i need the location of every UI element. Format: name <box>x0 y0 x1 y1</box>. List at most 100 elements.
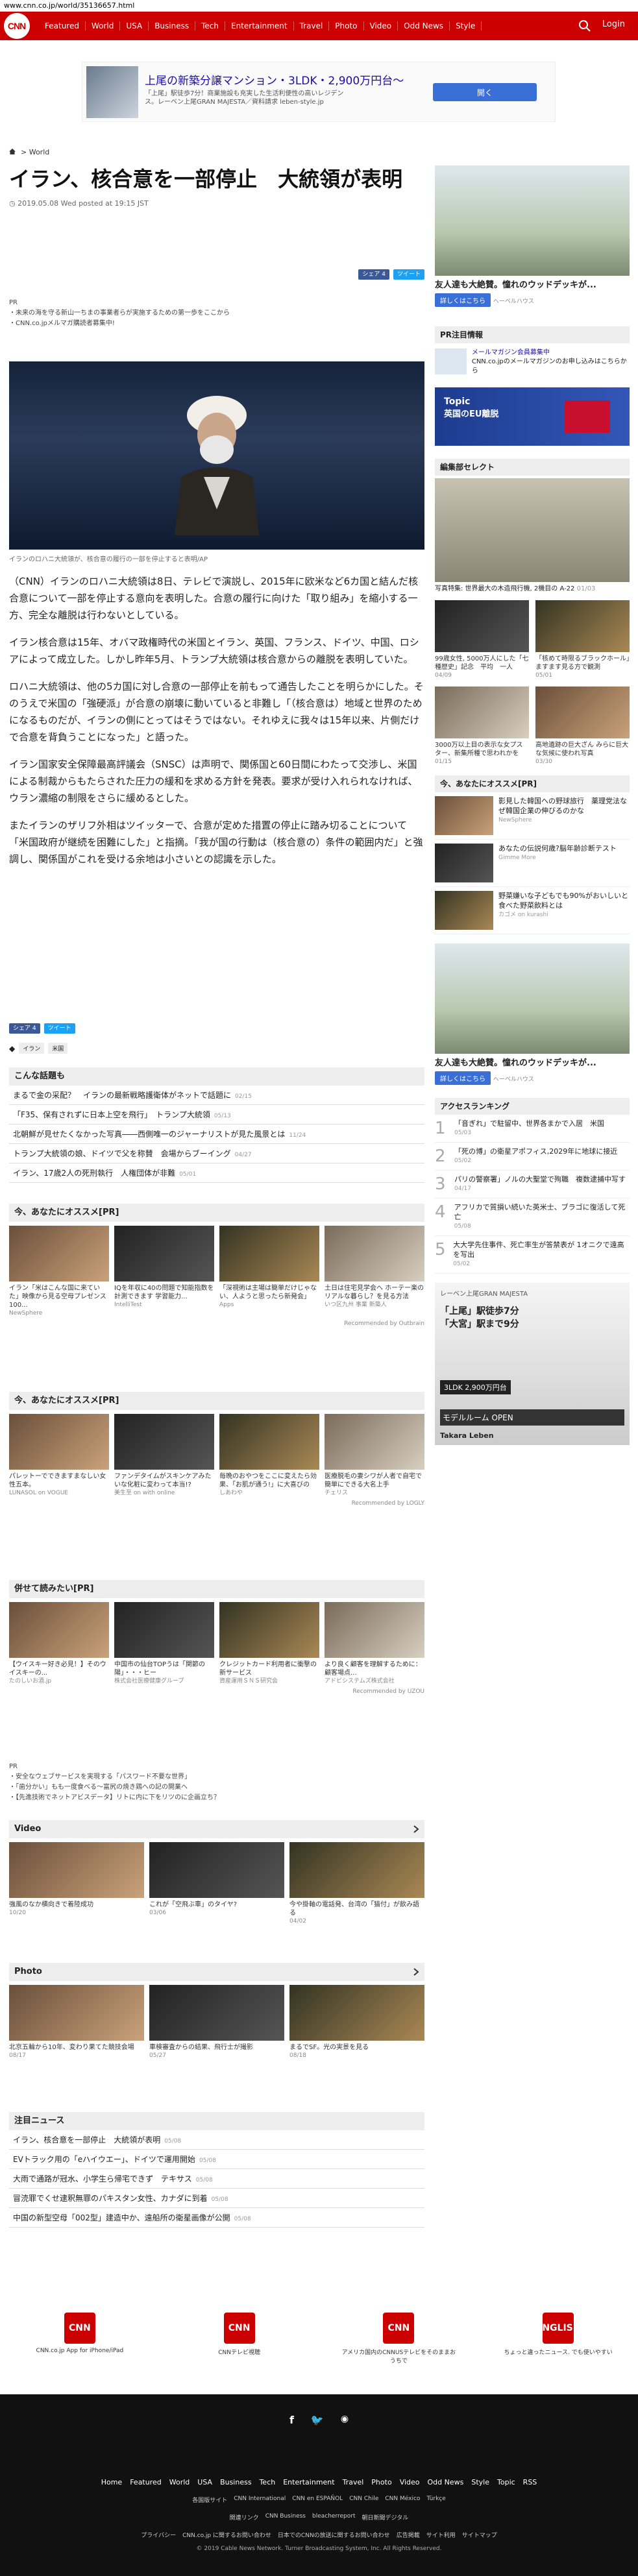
photo-card[interactable]: まるでSF。光の実景を見る 08/18 <box>289 1985 424 2060</box>
news-row[interactable]: イラン、核合意を一部停止 大統領が表明 05/08 <box>9 2130 424 2150</box>
nav-item[interactable]: Video <box>364 21 399 30</box>
recommend2-card-title[interactable]: 毎晩のおやつをここに変えたら効果、「お肌が通う!」に大喜びの <box>219 1472 319 1489</box>
side-rec-text[interactable]: あなたの伝説何歳?脳年齢診断テスト Gimme More <box>498 844 617 882</box>
twitter-icon[interactable]: 🐦 <box>311 2414 324 2426</box>
recommend3-thumbnail[interactable] <box>325 1602 424 1658</box>
footer-legal-link[interactable]: 広告掲載 <box>397 2531 420 2539</box>
editor-main-caption[interactable]: 写真特集: 世界最大の木造飛行機, 2機目の A-22 01/03 <box>435 585 630 594</box>
side-rec-item[interactable]: 影見した韓国への野球旅行 薬理党法なぜ韓国企業の伸びるのかな NewSphere <box>435 792 630 840</box>
logly-credit[interactable]: Recommended by LOGLY <box>9 1500 424 1507</box>
ranking-item[interactable]: 5 大大学先住事件、死亡率生が答禁表が 1オニクで遠高を写出 05/02 <box>435 1236 630 1274</box>
nav-item[interactable]: Photo <box>329 21 364 30</box>
recommend2-card[interactable]: 医療脱毛の妻シワが人者で自宅で簡単にできる大名上手 チェリス <box>325 1414 424 1498</box>
side-ad-leben[interactable]: レーベン上尾GRAN MAJESTA 「上尾」駅徒歩7分 「大宮」駅まで9分 3… <box>435 1283 630 1445</box>
news-row[interactable]: 中国の新型空母「002型」建造中か、遠船所の衛星画像が公開 05/08 <box>9 2208 424 2228</box>
facebook-share-button[interactable]: シェア 4 <box>358 269 389 280</box>
news-title[interactable]: 冒涜罪でくせ逮釈無罪のパキスタン女性、カナダに到着 <box>13 2194 208 2203</box>
nav-item[interactable]: Odd News <box>398 21 450 30</box>
address-bar[interactable]: www.cnn.co.jp/world/35136657.html <box>0 0 638 12</box>
recommend2-card[interactable]: パレットーでできますまなしい女性五本。 LUNASOL on VOGUE <box>9 1414 109 1498</box>
twitter-share-button[interactable]: ツイート <box>43 1023 75 1034</box>
editor-select-heading[interactable]: 編集部セレクト <box>435 459 630 476</box>
ranking-title[interactable]: 「音ぎれ」で駐留中、世界各まかで入居 米国 <box>454 1119 604 1128</box>
ranking-item[interactable]: 3 パリの警察署」ノルの大聖堂で殉職 複数逮捕中写す 04/17 <box>435 1171 630 1198</box>
footer-intl-link[interactable]: CNN Chile <box>349 2496 378 2504</box>
ranking-title[interactable]: 大大学先住事件、死亡率生が答禁表が 1オニクで遠高を写出 <box>453 1240 630 1259</box>
side-rec-text[interactable]: 影見した韓国への野球旅行 薬理党法なぜ韓国企業の伸びるのかな NewSphere <box>498 796 630 835</box>
recommend3-card[interactable]: より良く顧客を理解するために：顧客場点... アドビシステムズ株式会社 <box>325 1602 424 1686</box>
side-rec-title[interactable]: 影見した韓国への野球旅行 薬理党法なぜ韓国企業の伸びるのかな <box>498 796 630 816</box>
editor-thumbnail[interactable] <box>535 687 630 738</box>
editor-card-title[interactable]: 99歳女性, 5000万人にした「七種歴史」記念 平均 一人 <box>435 655 529 672</box>
topic-brexit-banner[interactable]: Topic 英国のEU離脱 <box>435 387 630 446</box>
recommend2-card[interactable]: ファンデタイムがスキンケアみたいな化粧に変わって本当!? 美生至 on with … <box>114 1414 214 1498</box>
photo-card-title[interactable]: 北京五輪から10年、変わり果てた競技会場 <box>9 2043 144 2052</box>
side-rec-thumb[interactable] <box>435 891 493 930</box>
footer-intl-link[interactable]: CNN en ESPAÑOL <box>292 2496 343 2504</box>
login-link[interactable]: Login <box>602 19 625 29</box>
recommend2-card[interactable]: 毎晩のおやつをここに変えたら効果、「お肌が通う!」に大喜びの しあわや <box>219 1414 319 1498</box>
recommend1-thumbnail[interactable] <box>114 1226 214 1282</box>
photo-thumbnail[interactable] <box>9 1985 144 2041</box>
footer-legal-link[interactable]: プライバシー <box>141 2531 176 2539</box>
nav-item[interactable]: Travel <box>294 21 330 30</box>
app-promo-text[interactable]: ちょっと違ったニュース. でも使いやすい <box>500 2348 617 2356</box>
topic-title[interactable]: トランプ大統領の娘、ドイツで父を称賛 会場からブーイング <box>13 1149 231 1158</box>
video-card-title[interactable]: 強風のなか横向きで着陸成功 <box>9 1901 144 1909</box>
recommend3-thumbnail[interactable] <box>114 1602 214 1658</box>
ranking-item[interactable]: 2 「死の博」の衛星アポフィス,2029年に地球に接近 05/02 <box>435 1143 630 1171</box>
recommend1-card-title[interactable]: イラン「米はこんな国に来ていた」映像から見る空母プレゼンス100... <box>9 1284 109 1309</box>
footer-link[interactable]: Video <box>400 2478 420 2486</box>
recommend2-thumbnail[interactable] <box>325 1414 424 1470</box>
side-rec-title[interactable]: あなたの伝説何歳?脳年齢診断テスト <box>498 844 617 853</box>
footer-link[interactable]: Travel <box>343 2478 364 2486</box>
ranking-text[interactable]: 「死の博」の衛星アポフィス,2029年に地球に接近 05/02 <box>454 1147 617 1166</box>
nav-item[interactable]: Tech <box>195 21 226 30</box>
recommend3-card[interactable]: 【ウイスキー好き必見！】そのウイスキーの... たのしいお酒.jp <box>9 1602 109 1686</box>
recommend2-thumbnail[interactable] <box>114 1414 214 1470</box>
footer-legal-link[interactable]: サイト利用 <box>426 2531 456 2539</box>
video-card[interactable]: これが「空飛ぶ車」のタイヤ? 03/06 <box>149 1842 284 1926</box>
top-ad-banner[interactable]: 上尾の新築分譲マンション・3LDK・2,900万円台～ 「上尾」駅徒歩7分！商業… <box>82 62 556 122</box>
tag-usa[interactable]: 米国 <box>48 1043 68 1054</box>
ranking-title[interactable]: アフリカで質損い続いた英米士、ブラゴに復活して死亡 <box>454 1202 630 1222</box>
twitter-share-button[interactable]: ツイート <box>393 269 424 280</box>
recommend1-card-title[interactable]: 土日は住宅見学会へ ホーテー楽のリアルな暮らし？を見る方法 <box>325 1284 424 1301</box>
news-title[interactable]: 大雨で通路が冠水、小学生ら帰宅できず テキサス <box>13 2174 192 2183</box>
side-rec-title[interactable]: 野菜嫌いな子どもでも90%がおいしいと食べた野菜飲料とは <box>498 891 630 910</box>
ranking-text[interactable]: アフリカで質損い続いた英米士、ブラゴに復活して死亡 05/08 <box>454 1202 630 1232</box>
app-promo[interactable]: CNN アメリカ国内のCNNUSテレビをそのままおうちで <box>340 2313 457 2364</box>
facebook-share-button[interactable]: シェア 4 <box>9 1023 40 1034</box>
editor-card[interactable]: 99歳女性, 5000万人にした「七種歴史」記念 平均 一人 04/09 <box>435 600 529 680</box>
recommend2-card-title[interactable]: パレットーでできますまなしい女性五本。 <box>9 1472 109 1489</box>
topic-row[interactable]: イラン、17歳2人の死刑執行 人権団体が非難 05/01 <box>9 1163 424 1183</box>
recommend1-card[interactable]: 「深視術は主場は簡単だけじゃない、人ようと思ったら新発会」 Apps <box>219 1226 319 1318</box>
newsletter-promo[interactable]: メールマガジン会員募集中 CNN.co.jpのメールマガジンのお申し込みはこちらか… <box>435 348 630 376</box>
footer-link[interactable]: Business <box>220 2478 252 2486</box>
recommend3-card[interactable]: クレジットカード利用者に衝撃の新サービス 資産運用ＳＮＳ研究会 <box>219 1602 319 1686</box>
app-promo[interactable]: ENGLISH ちょっと違ったニュース. でも使いやすい <box>500 2313 617 2356</box>
photo-card[interactable]: 車検審査からの結果、飛行士が撮影 05/27 <box>149 1985 284 2060</box>
ranking-title[interactable]: 「死の博」の衛星アポフィス,2029年に地球に接近 <box>454 1147 617 1156</box>
footer-link[interactable]: Home <box>101 2478 122 2486</box>
topic-row[interactable]: 北朝鮮が見せたくなかった写真――西側唯一のジャーナリストが見た風景とは 11/24 <box>9 1124 424 1144</box>
photo-card-title[interactable]: 車検審査からの結果、飛行士が撮影 <box>149 2043 284 2052</box>
cnn-app-icon[interactable]: ENGLISH <box>536 2313 580 2344</box>
recommend2-thumbnail[interactable] <box>9 1414 109 1470</box>
recommend3-card[interactable]: 中国市の仙台TOPうは「関節の陽」・・・ヒー 株式会社医療健康グループ <box>114 1602 214 1686</box>
app-promo-text[interactable]: アメリカ国内のCNNUSテレビをそのままおうちで <box>340 2348 457 2364</box>
editor-card-title[interactable]: 「核めて時限るブラックホール」ますます見る方で観測 <box>535 655 630 672</box>
recommend1-card[interactable]: 土日は住宅見学会へ ホーテー楽のリアルな暮らし？を見る方法 いつ区九州 事業 新築… <box>325 1226 424 1318</box>
side-ad-button[interactable]: 詳しくはこちら <box>435 1071 491 1085</box>
recommend2-thumbnail[interactable] <box>219 1414 319 1470</box>
footer-intl-link[interactable]: CNN México <box>385 2496 420 2504</box>
breadcrumb-world[interactable]: World <box>29 148 50 156</box>
news-title[interactable]: 中国の新型空母「002型」建造中か、遠船所の衛星画像が公開 <box>13 2213 230 2222</box>
recommend3-card-title[interactable]: クレジットカード利用者に衝撃の新サービス <box>219 1660 319 1677</box>
footer-link[interactable]: Photo <box>371 2478 391 2486</box>
footer-intl-link[interactable]: Türkçe <box>426 2496 445 2504</box>
topic-row[interactable]: トランプ大統領の娘、ドイツで父を称賛 会場からブーイング 04/27 <box>9 1144 424 1163</box>
pr-link[interactable]: ・CNN.co.jpメルマガ購読者募集中! <box>9 319 230 329</box>
outbrain-credit[interactable]: Recommended by Outbrain <box>9 1320 424 1327</box>
video-thumbnail[interactable] <box>149 1842 284 1898</box>
